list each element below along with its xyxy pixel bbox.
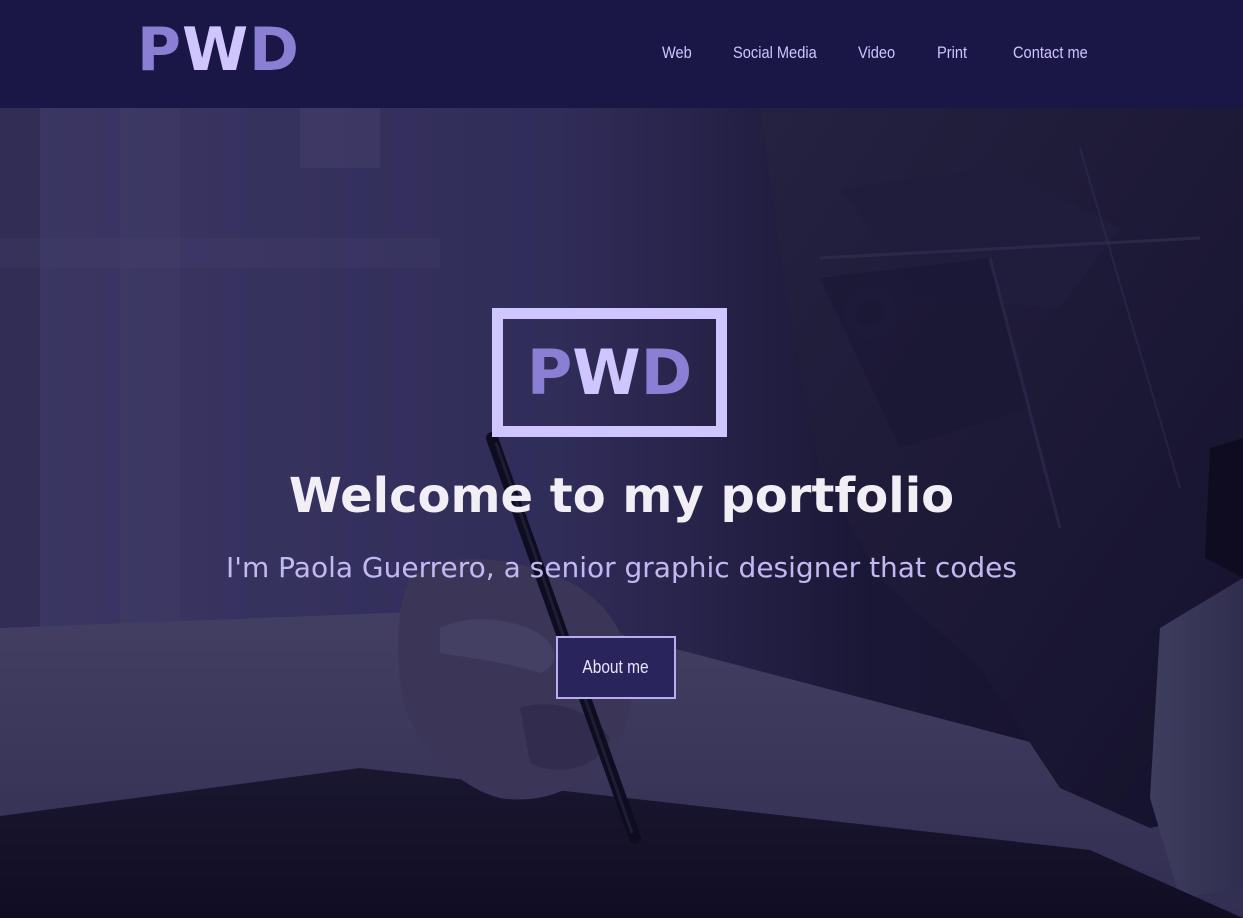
about-me-button-label: About me [582,657,650,677]
top-navigation-bar: P W D Web Social Media Video Print Conta… [0,0,1243,108]
hero-logo-letter-p: P [526,335,573,409]
about-me-button[interactable]: About me [556,636,676,699]
hero-logo-letter-d: D [640,335,693,409]
hero-logo-letter-w: W [572,335,641,409]
hero-section: P W D Welcome to my portfolio I'm Paola … [0,108,1243,918]
hero-title: Welcome to my portfolio [288,468,955,524]
nav-link-contact-me[interactable]: Contact me [1013,43,1088,63]
nav-link-video[interactable]: Video [858,43,895,63]
main-nav: Web Social Media Video Print Contact me [0,43,1243,67]
nav-link-social-media[interactable]: Social Media [733,43,817,63]
nav-link-web[interactable]: Web [662,43,692,63]
nav-link-print[interactable]: Print [937,43,967,63]
hero-logo: P W D [492,308,727,437]
hero-subtitle: I'm Paola Guerrero, a senior graphic des… [226,551,1017,584]
